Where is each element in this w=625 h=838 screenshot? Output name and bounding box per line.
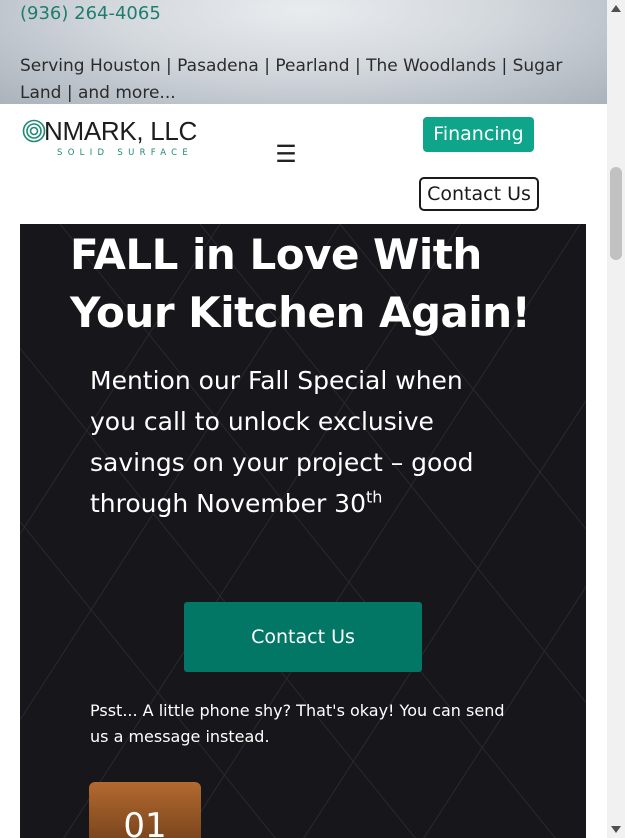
logo-rings-icon (22, 119, 46, 143)
service-areas-text: Serving Houston | Pasadena | Pearland | … (20, 56, 563, 103)
contact-us-header-button[interactable]: Contact Us (419, 177, 539, 211)
scrollbar-thumb[interactable] (610, 167, 622, 260)
logo-subtext: SOLID SURFACE (57, 148, 194, 158)
logo[interactable]: NMARK, LLC SOLID SURFACE (22, 116, 212, 162)
message-prompt-text: Psst... A little phone shy? That's okay!… (90, 701, 505, 746)
financing-button[interactable]: Financing (423, 117, 534, 152)
scroll-up-arrow-icon[interactable] (611, 5, 621, 12)
hero-subtitle-text: Mention our Fall Special when you call t… (90, 366, 474, 518)
hero-title: FALL in Love With Your Kitchen Again! (70, 230, 531, 337)
logo-text: NMARK, LLC (44, 116, 198, 146)
contact-us-hero-button[interactable]: Contact Us (184, 602, 422, 672)
hamburger-menu-icon[interactable]: ☰ (274, 143, 298, 167)
vertical-scrollbar[interactable] (607, 0, 625, 838)
step-number-badge: 01 (89, 782, 201, 838)
hero-subtitle-superscript: th (366, 487, 383, 507)
hero-section: FALL in Love With Your Kitchen Again! Me… (20, 224, 586, 838)
scroll-down-arrow-icon[interactable] (611, 826, 621, 833)
hero-subtitle: Mention our Fall Special when you call t… (90, 360, 510, 524)
top-info-bar: (936) 264-4065 Serving Houston | Pasaden… (0, 0, 607, 104)
phone-link[interactable]: (936) 264-4065 (20, 3, 161, 24)
site-header: NMARK, LLC SOLID SURFACE ☰ Financing Con… (0, 104, 607, 224)
page: (936) 264-4065 Serving Houston | Pasaden… (0, 0, 607, 838)
